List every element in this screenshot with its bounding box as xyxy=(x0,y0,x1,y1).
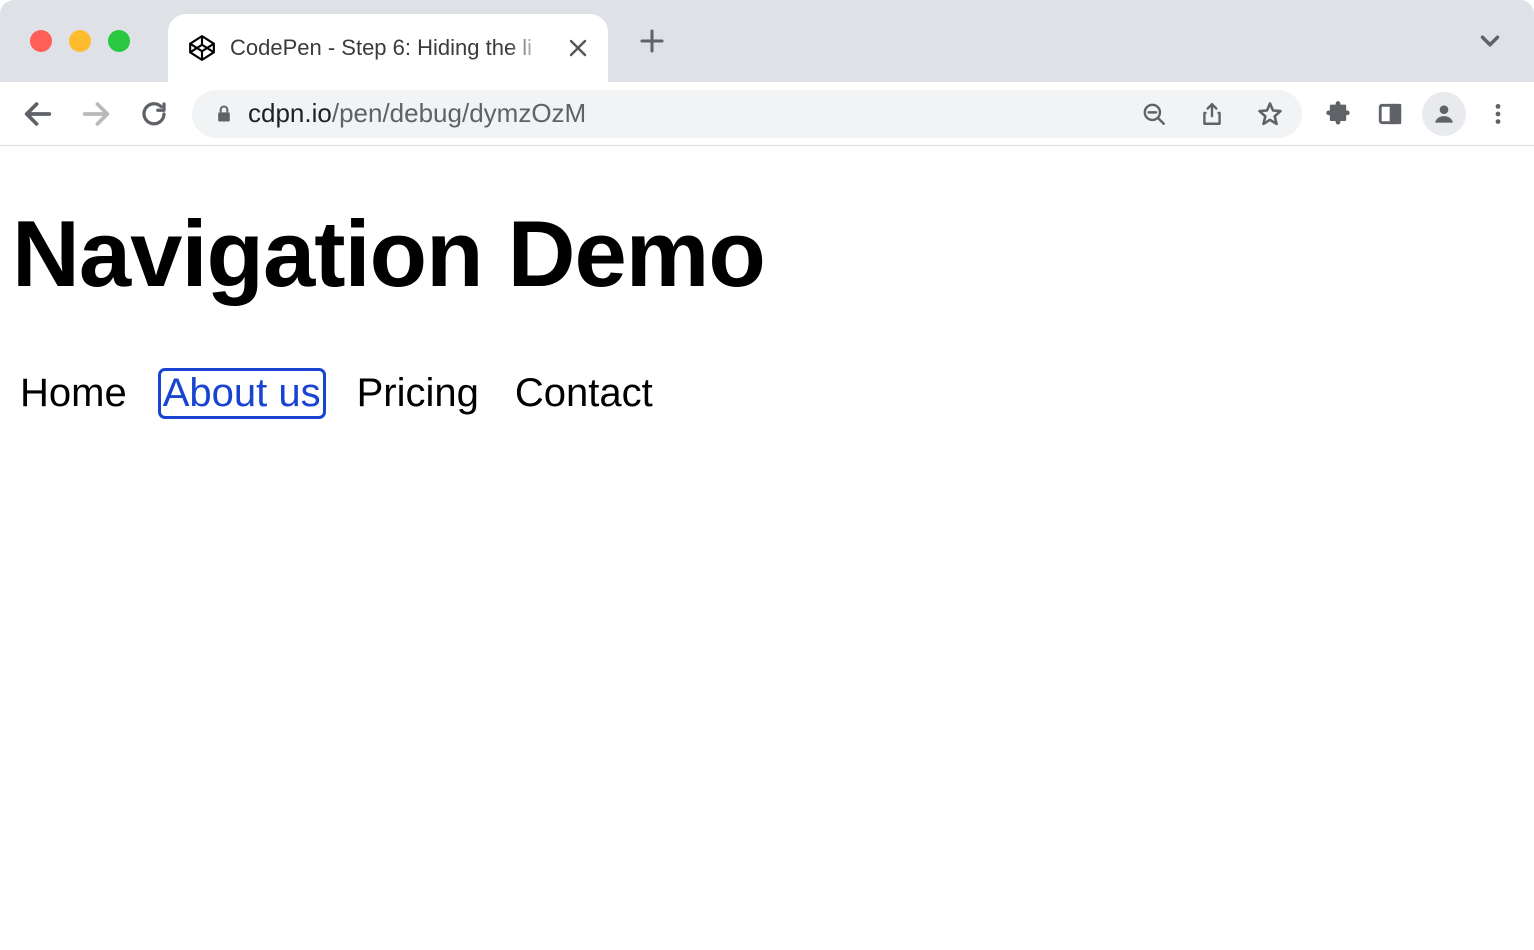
window-fullscreen-button[interactable] xyxy=(108,30,130,52)
browser-menu-button[interactable] xyxy=(1472,88,1524,140)
main-nav: Home About us Pricing Contact xyxy=(18,371,1534,416)
nav-item[interactable]: Pricing xyxy=(355,371,481,416)
new-tab-button[interactable] xyxy=(630,19,674,63)
toolbar-right xyxy=(1312,88,1524,140)
reload-button[interactable] xyxy=(126,86,182,142)
lock-icon xyxy=(214,104,234,124)
tab-strip: CodePen - Step 6: Hiding the li xyxy=(0,0,1534,82)
window-minimize-button[interactable] xyxy=(69,30,91,52)
nav-item[interactable]: About us xyxy=(161,371,323,416)
profile-button[interactable] xyxy=(1422,92,1466,136)
address-bar[interactable]: cdpn.io/pen/debug/dymzOzM xyxy=(192,90,1302,138)
codepen-favicon-icon xyxy=(188,34,216,62)
back-button[interactable] xyxy=(10,86,66,142)
forward-button[interactable] xyxy=(68,86,124,142)
nav-item[interactable]: Contact xyxy=(513,371,655,416)
window-close-button[interactable] xyxy=(30,30,52,52)
extensions-button[interactable] xyxy=(1312,88,1364,140)
url-host: cdpn.io xyxy=(248,98,332,128)
browser-tab-active[interactable]: CodePen - Step 6: Hiding the li xyxy=(168,14,608,82)
page-title: Navigation Demo xyxy=(12,202,1522,305)
tab-title: CodePen - Step 6: Hiding the li xyxy=(230,35,546,61)
browser-toolbar: cdpn.io/pen/debug/dymzOzM xyxy=(0,82,1534,146)
nav-item[interactable]: Home xyxy=(18,371,129,416)
page-viewport: Navigation Demo Home About us Pricing Conta… xyxy=(0,202,1534,416)
tab-close-button[interactable] xyxy=(566,36,590,60)
window-traffic-lights xyxy=(30,30,130,52)
star-icon[interactable] xyxy=(1248,92,1292,136)
tabs-dropdown-button[interactable] xyxy=(1470,21,1510,61)
side-panel-button[interactable] xyxy=(1364,88,1416,140)
browser-chrome: CodePen - Step 6: Hiding the li xyxy=(0,0,1534,146)
share-icon[interactable] xyxy=(1190,92,1234,136)
url-path: /pen/debug/dymzOzM xyxy=(332,98,586,128)
url-text: cdpn.io/pen/debug/dymzOzM xyxy=(248,98,1118,129)
zoom-out-icon[interactable] xyxy=(1132,92,1176,136)
